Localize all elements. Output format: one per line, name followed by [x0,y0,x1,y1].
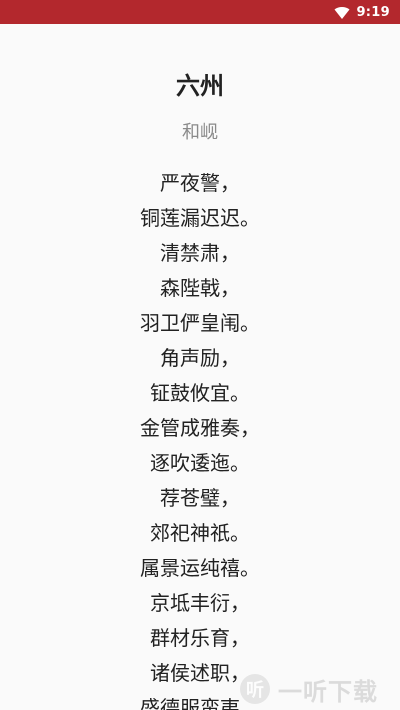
poem-line: 属景运纯禧。 [140,556,260,580]
screen: 9:19 六州 和岘 严夜警， 铜莲漏迟迟。 清禁肃， 森陛戟， 羽卫俨皇闱。 … [0,0,400,710]
poem-line: 严夜警， [160,171,240,195]
poem-line: 清禁肃， [160,241,240,265]
status-time: 9:19 [356,4,390,20]
poem-line: 诸侯述职， [150,661,250,685]
poem-line: 京坻丰衍， [150,591,250,615]
status-bar: 9:19 [0,0,400,24]
poem-line: 群材乐育， [150,626,250,650]
poem-line: 郊祀神祇。 [150,521,250,545]
poem-line: 森陛戟， [160,276,240,300]
poem-author: 和岘 [182,122,218,143]
poem-line: 角声励， [160,346,240,370]
poem-lines: 严夜警， 铜莲漏迟迟。 清禁肃， 森陛戟， 羽卫俨皇闱。 角声励， 钲鼓攸宜。 … [0,166,400,710]
poem-line: 盛德服蛮夷。 [140,696,260,710]
poem-line: 荐苍璧， [160,486,240,510]
poem-title: 六州 [176,72,224,100]
poem-line: 金管成雅奏， [140,416,260,440]
poem-line: 羽卫俨皇闱。 [140,311,260,335]
poem-line: 铜莲漏迟迟。 [140,206,260,230]
poem-line: 钲鼓攸宜。 [150,381,250,405]
poem-view[interactable]: 六州 和岘 严夜警， 铜莲漏迟迟。 清禁肃， 森陛戟， 羽卫俨皇闱。 角声励， … [0,24,400,710]
poem-line: 逐吹逶迤。 [150,451,250,475]
wifi-icon [334,5,350,20]
